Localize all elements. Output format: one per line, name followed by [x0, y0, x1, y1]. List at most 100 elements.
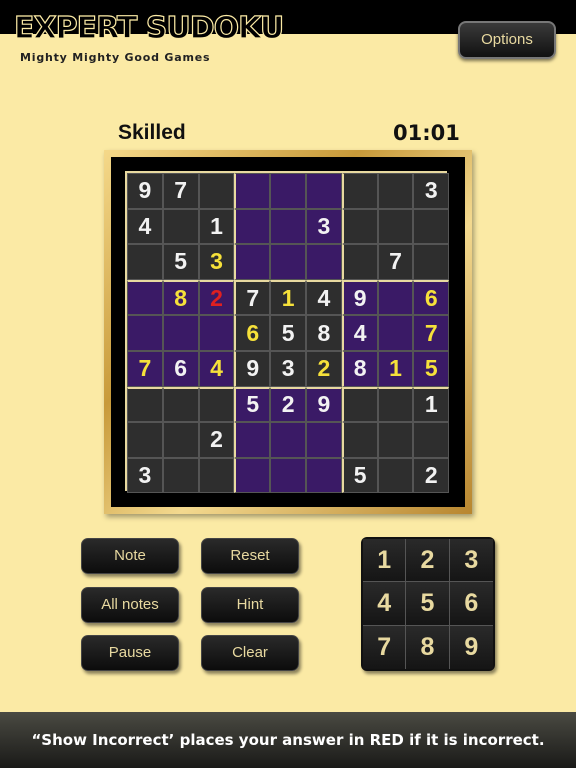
numpad-key-4[interactable]: 4 — [363, 582, 407, 626]
cell-r4-c9[interactable]: 6 — [413, 279, 450, 316]
cell-r8-c1[interactable] — [127, 422, 163, 458]
cell-r8-c2[interactable] — [162, 422, 199, 458]
cell-r5-c2[interactable] — [162, 315, 199, 351]
cell-r1-c6[interactable] — [305, 173, 342, 209]
cell-r6-c8[interactable]: 1 — [377, 350, 414, 387]
cell-r4-c2[interactable]: 8 — [162, 279, 199, 316]
cell-r2-c4[interactable] — [234, 208, 271, 245]
cell-r6-c3[interactable]: 4 — [198, 350, 235, 387]
cell-r6-c4[interactable]: 9 — [234, 350, 271, 387]
all-notes-button[interactable]: All notes — [81, 587, 179, 623]
numpad-key-1[interactable]: 1 — [363, 539, 407, 583]
numpad-key-5[interactable]: 5 — [406, 582, 450, 626]
cell-r8-c4[interactable] — [234, 422, 271, 458]
numpad-key-7[interactable]: 7 — [363, 625, 407, 669]
note-button[interactable]: Note — [81, 538, 179, 574]
numpad-key-9[interactable]: 9 — [449, 625, 493, 669]
cell-r7-c3[interactable] — [198, 386, 235, 423]
cell-r9-c4[interactable] — [234, 457, 271, 494]
cell-r3-c5[interactable] — [270, 244, 306, 280]
cell-r5-c4[interactable]: 6 — [234, 315, 271, 351]
options-button[interactable]: Options — [458, 21, 556, 59]
cell-r8-c3[interactable]: 2 — [198, 422, 235, 458]
cell-r1-c7[interactable] — [341, 173, 378, 209]
cell-r2-c7[interactable] — [341, 208, 378, 245]
cell-r8-c9[interactable] — [413, 422, 450, 458]
pause-button[interactable]: Pause — [81, 635, 179, 671]
cell-r1-c9[interactable]: 3 — [413, 173, 450, 209]
cell-r8-c7[interactable] — [341, 422, 378, 458]
cell-r6-c9[interactable]: 5 — [413, 350, 450, 387]
cell-r6-c2[interactable]: 6 — [162, 350, 199, 387]
cell-r9-c9[interactable]: 2 — [413, 457, 450, 494]
cell-r7-c9[interactable]: 1 — [413, 386, 450, 423]
cell-r4-c5[interactable]: 1 — [270, 279, 306, 316]
cell-r1-c1[interactable]: 9 — [127, 173, 163, 209]
cell-r7-c1[interactable] — [127, 386, 163, 423]
game-timer: 01:01 — [393, 121, 460, 145]
cell-r1-c3[interactable] — [198, 173, 235, 209]
cell-r2-c1[interactable]: 4 — [127, 208, 163, 245]
cell-r5-c3[interactable] — [198, 315, 235, 351]
numpad-key-3[interactable]: 3 — [449, 539, 493, 583]
cell-r4-c1[interactable] — [127, 279, 163, 316]
cell-r9-c6[interactable] — [305, 457, 342, 494]
cell-r4-c6[interactable]: 4 — [305, 279, 342, 316]
cell-r9-c5[interactable] — [270, 457, 306, 494]
cell-r3-c8[interactable]: 7 — [377, 244, 414, 280]
cell-r1-c8[interactable] — [377, 173, 414, 209]
cell-r4-c7[interactable]: 9 — [341, 279, 378, 316]
cell-r8-c6[interactable] — [305, 422, 342, 458]
cell-r2-c9[interactable] — [413, 208, 450, 245]
cell-r9-c1[interactable]: 3 — [127, 457, 163, 494]
board-background: 97341353782714966584776493281552912352 — [111, 157, 465, 507]
cell-r4-c8[interactable] — [377, 279, 414, 316]
cell-r3-c4[interactable] — [234, 244, 271, 280]
cell-r6-c5[interactable]: 3 — [270, 350, 306, 387]
cell-r4-c3[interactable]: 2 — [198, 279, 235, 316]
cell-r7-c8[interactable] — [377, 386, 414, 423]
cell-r2-c3[interactable]: 1 — [198, 208, 235, 245]
reset-button[interactable]: Reset — [201, 538, 299, 574]
cell-r7-c2[interactable] — [162, 386, 199, 423]
cell-r2-c5[interactable] — [270, 208, 306, 245]
cell-r7-c7[interactable] — [341, 386, 378, 423]
cell-r5-c9[interactable]: 7 — [413, 315, 450, 351]
cell-r9-c7[interactable]: 5 — [341, 457, 378, 494]
cell-r8-c5[interactable] — [270, 422, 306, 458]
cell-r9-c3[interactable] — [198, 457, 235, 494]
cell-r5-c1[interactable] — [127, 315, 163, 351]
cell-r3-c3[interactable]: 3 — [198, 244, 235, 280]
cell-r3-c9[interactable] — [413, 244, 450, 280]
cell-r2-c6[interactable]: 3 — [305, 208, 342, 245]
cell-r3-c6[interactable] — [305, 244, 342, 280]
cell-r6-c6[interactable]: 2 — [305, 350, 342, 387]
cell-r7-c4[interactable]: 5 — [234, 386, 271, 423]
cell-r6-c1[interactable]: 7 — [127, 350, 163, 387]
cell-r4-c4[interactable]: 7 — [234, 279, 271, 316]
cell-r1-c5[interactable] — [270, 173, 306, 209]
cell-r9-c8[interactable] — [377, 457, 414, 494]
cell-r7-c5[interactable]: 2 — [270, 386, 306, 423]
cell-r5-c8[interactable] — [377, 315, 414, 351]
cell-r2-c8[interactable] — [377, 208, 414, 245]
cell-r3-c2[interactable]: 5 — [162, 244, 199, 280]
clear-button[interactable]: Clear — [201, 635, 299, 671]
cell-r5-c5[interactable]: 5 — [270, 315, 306, 351]
cell-r8-c8[interactable] — [377, 422, 414, 458]
cell-r5-c7[interactable]: 4 — [341, 315, 378, 351]
numpad-key-2[interactable]: 2 — [406, 539, 450, 583]
cell-r5-c6[interactable]: 8 — [305, 315, 342, 351]
hint-button[interactable]: Hint — [201, 587, 299, 623]
cell-r3-c1[interactable] — [127, 244, 163, 280]
numpad-key-8[interactable]: 8 — [406, 625, 450, 669]
cell-r1-c2[interactable]: 7 — [162, 173, 199, 209]
cell-r9-c2[interactable] — [162, 457, 199, 494]
cell-r7-c6[interactable]: 9 — [305, 386, 342, 423]
cell-r3-c7[interactable] — [341, 244, 378, 280]
numpad-key-6[interactable]: 6 — [449, 582, 493, 626]
sudoku-grid: 97341353782714966584776493281552912352 — [125, 171, 450, 494]
cell-r6-c7[interactable]: 8 — [341, 350, 378, 387]
cell-r1-c4[interactable] — [234, 173, 271, 209]
cell-r2-c2[interactable] — [162, 208, 199, 245]
